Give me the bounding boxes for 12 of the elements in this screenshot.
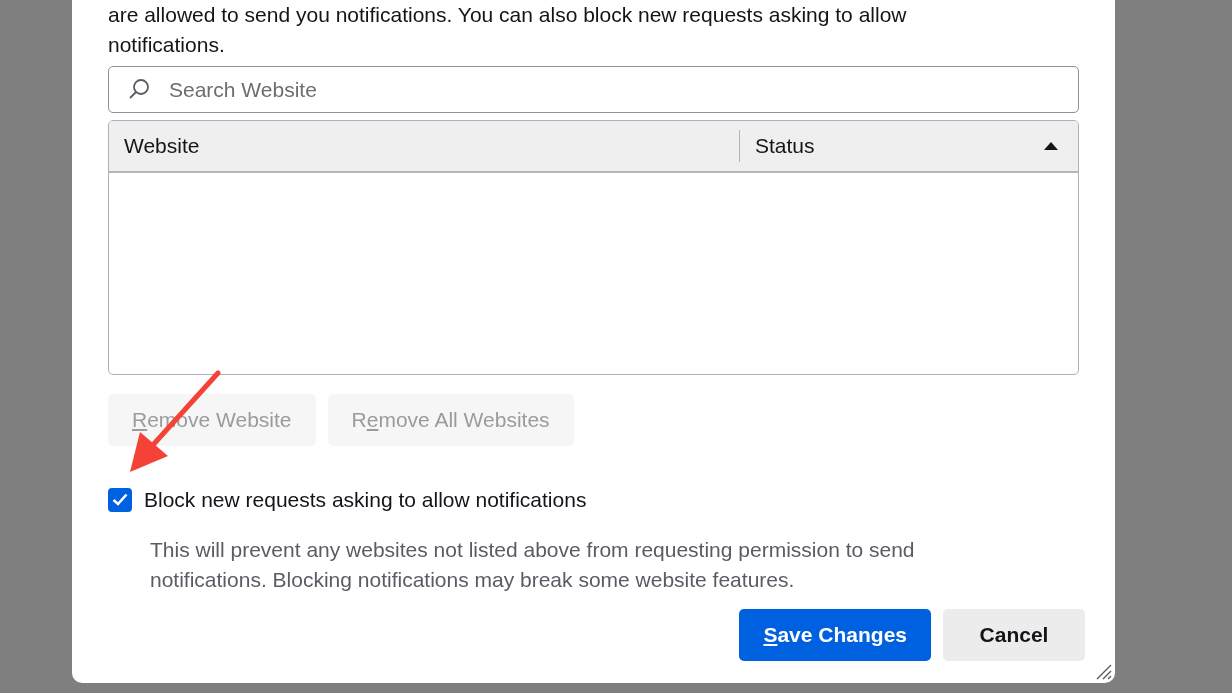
save-changes-button[interactable]: Save Changes (739, 608, 931, 661)
column-header[interactable]: Website (109, 130, 740, 162)
resize-grip-icon[interactable] (1094, 662, 1112, 680)
description-text: This will prevent any websites not listed above from requesting permission to send notifications. Blocking notifications may break some website features. (150, 536, 916, 593)
column-header[interactable]: Status (740, 130, 1078, 162)
checkbox-label[interactable]: Block new requests asking to allow notifications (144, 484, 587, 516)
intro-text: are allowed to send you notifications. You can also block new requests asking to allow notifications. (108, 2, 908, 58)
checkbox[interactable] (108, 487, 132, 512)
cancel-button[interactable]: Cancel (943, 608, 1085, 661)
search-icon (128, 78, 150, 100)
search-field[interactable]: Search Website (108, 66, 1079, 113)
check-icon (112, 493, 128, 507)
